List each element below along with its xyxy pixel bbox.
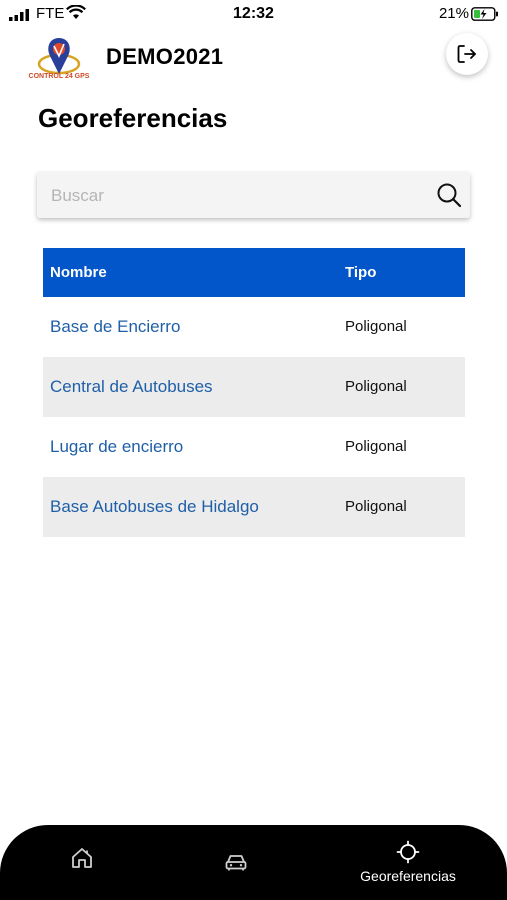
table-row[interactable]: Base de Encierro Poligonal <box>43 297 465 357</box>
battery-charging-icon <box>471 7 498 21</box>
row-name-link[interactable]: Central de Autobuses <box>50 377 213 397</box>
row-type: Poligonal <box>345 318 407 335</box>
car-icon <box>225 855 247 871</box>
tab-label-georeferencias: Georeferencias <box>360 868 456 884</box>
tab-vehicles[interactable] <box>212 825 260 900</box>
row-type: Poligonal <box>345 498 407 515</box>
column-header-tipo: Tipo <box>345 264 377 281</box>
row-type: Poligonal <box>345 438 407 455</box>
search-input[interactable] <box>49 172 423 220</box>
table-row[interactable]: Lugar de encierro Poligonal <box>43 417 465 477</box>
search-bar <box>37 172 470 220</box>
app-header: CONTROL 24 GPS DEMO2021 <box>0 28 507 94</box>
logout-button[interactable] <box>446 33 488 75</box>
control24-logo <box>37 38 81 75</box>
table-row[interactable]: Central de Autobuses Poligonal <box>43 357 465 417</box>
georeferences-table: Nombre Tipo Base de Encierro Poligonal C… <box>43 248 465 537</box>
tab-home[interactable] <box>58 825 106 900</box>
tab-georeferencias[interactable]: Georeferencias <box>340 825 476 900</box>
column-header-nombre: Nombre <box>50 264 107 281</box>
app-title: DEMO2021 <box>106 44 224 69</box>
logout-icon <box>457 45 476 63</box>
table-row[interactable]: Base Autobuses de Hidalgo Poligonal <box>43 477 465 537</box>
clock: 12:32 <box>233 5 274 22</box>
row-name-link[interactable]: Base de Encierro <box>50 317 180 337</box>
row-name-link[interactable]: Base Autobuses de Hidalgo <box>50 497 259 517</box>
home-icon <box>72 848 92 868</box>
page-title: Georeferencias <box>38 103 228 133</box>
logo-text: CONTROL 24 GPS <box>28 73 90 80</box>
search-icon[interactable] <box>436 182 462 208</box>
row-type: Poligonal <box>345 378 407 395</box>
table-header: Nombre Tipo <box>43 248 465 297</box>
status-bar: FTE 12:32 21% <box>0 0 507 28</box>
row-name-link[interactable]: Lugar de encierro <box>50 437 183 457</box>
bottom-tab-bar: Georeferencias <box>0 825 507 900</box>
crosshair-icon <box>396 840 420 864</box>
battery-percentage: 21% <box>438 5 469 22</box>
